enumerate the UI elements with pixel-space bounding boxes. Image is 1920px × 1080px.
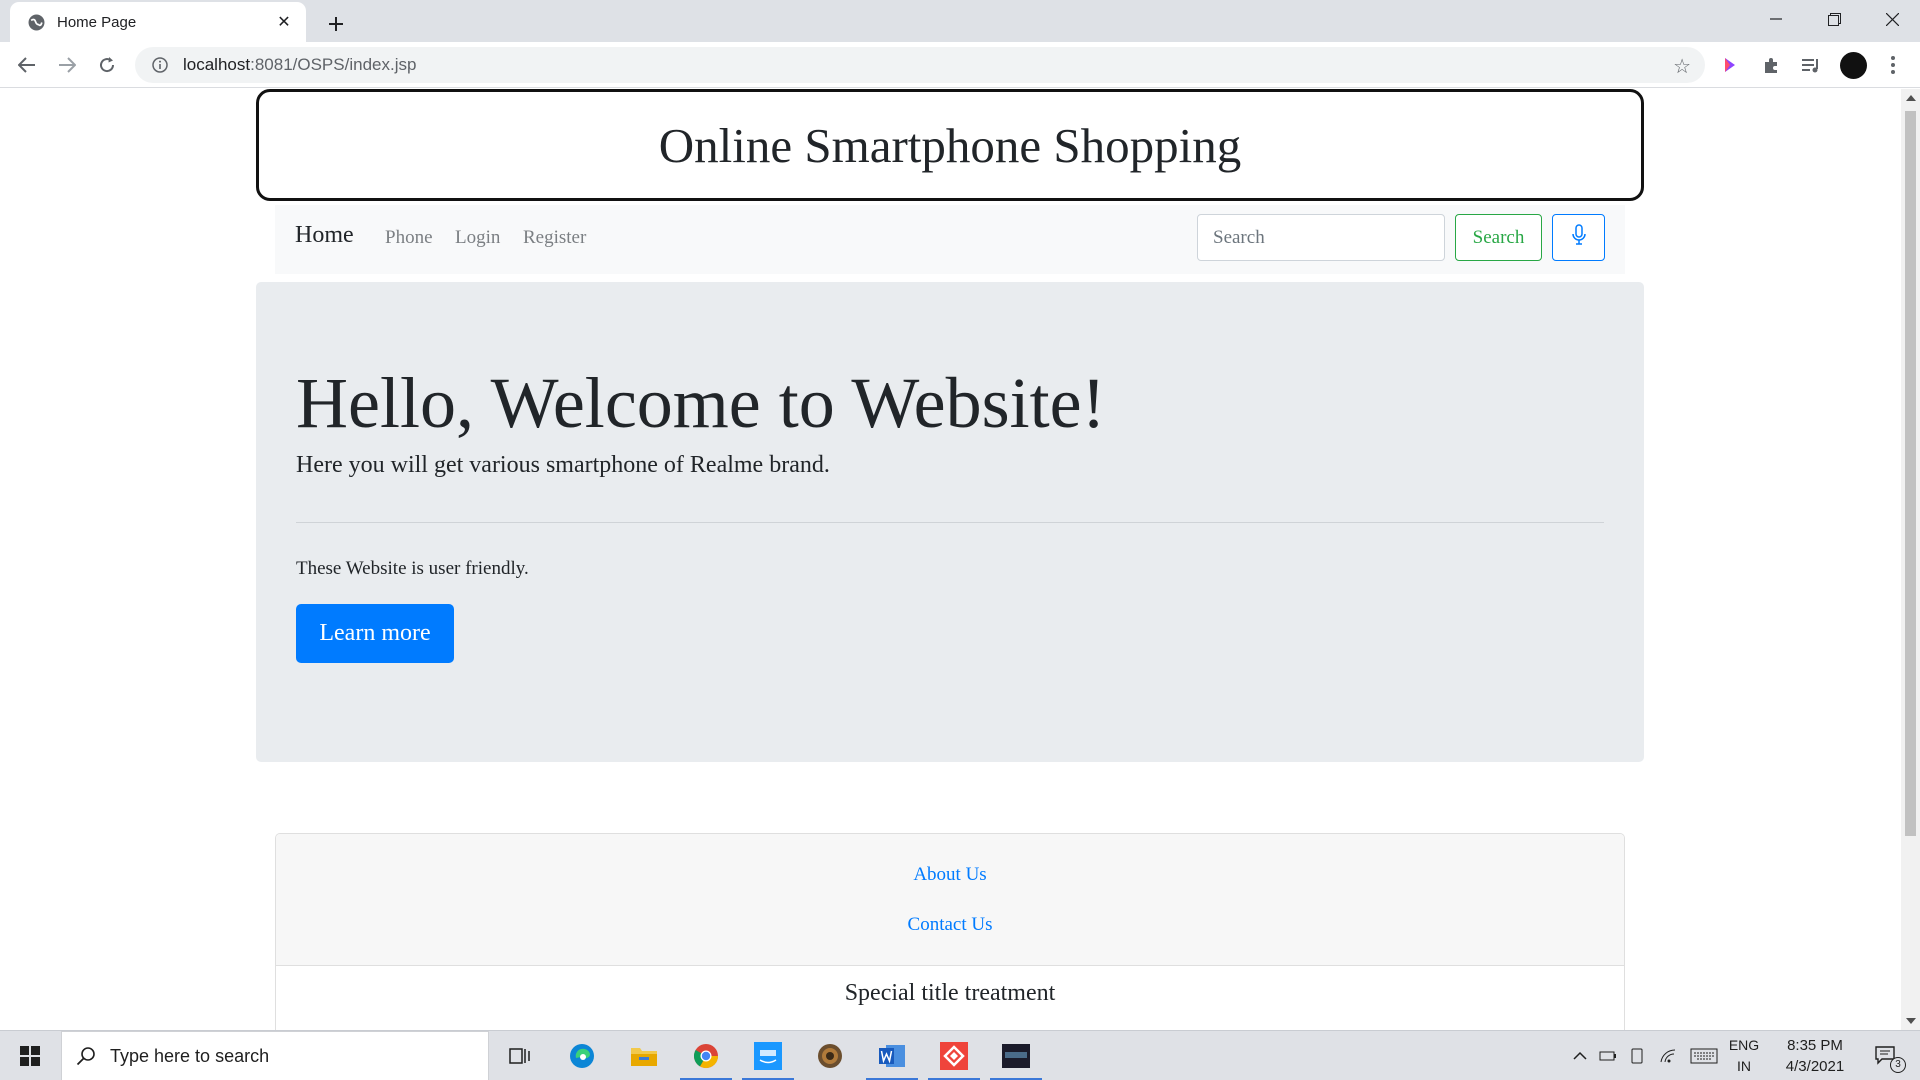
page-viewport: Online Smartphone Shopping Home Phone Lo…: [0, 89, 1901, 1030]
url-host: localhost: [183, 55, 251, 74]
keyboard-icon[interactable]: [1688, 1031, 1720, 1080]
tab-close-icon[interactable]: ✕: [274, 12, 294, 32]
browser-tabstrip: Home Page ✕: [0, 0, 1920, 42]
voice-search-button[interactable]: [1552, 214, 1605, 261]
clock-date: 4/3/2021: [1785, 1058, 1845, 1075]
taskbar-search-box[interactable]: Type here to search: [61, 1031, 489, 1080]
language-code: ENG: [1728, 1037, 1760, 1053]
reload-button[interactable]: [92, 50, 122, 80]
footer-card: About Us Contact Us Special title treatm…: [275, 833, 1625, 1030]
restore-button[interactable]: [1806, 0, 1862, 38]
nav-link-phone[interactable]: Phone: [385, 227, 433, 249]
site-title: Online Smartphone Shopping: [658, 117, 1242, 173]
divider: [296, 522, 1604, 523]
info-icon[interactable]: [149, 54, 171, 76]
globe-icon: [27, 13, 45, 31]
anydesk-icon[interactable]: [924, 1031, 984, 1080]
wifi-icon[interactable]: [1656, 1031, 1680, 1080]
prime-video-icon[interactable]: [738, 1031, 798, 1080]
url-text: localhost:8081/OSPS/index.jsp: [183, 55, 416, 75]
site-header: Online Smartphone Shopping: [256, 89, 1644, 201]
nav-link-register[interactable]: Register: [523, 227, 586, 249]
search-button[interactable]: Search: [1455, 214, 1542, 261]
task-view-icon[interactable]: [490, 1031, 550, 1080]
navbar: Home Phone Login Register Search: [275, 205, 1625, 274]
back-button[interactable]: [12, 50, 42, 80]
microphone-icon: [1571, 224, 1587, 251]
device-icon[interactable]: [1626, 1031, 1648, 1080]
search-input[interactable]: [1197, 214, 1445, 261]
footer-links-section: About Us Contact Us: [276, 834, 1624, 966]
learn-more-button[interactable]: Learn more: [296, 604, 454, 663]
battery-icon[interactable]: [1596, 1031, 1620, 1080]
close-window-button[interactable]: [1864, 0, 1920, 38]
tab-home-page[interactable]: Home Page ✕: [10, 2, 306, 42]
show-hidden-icons-chevron[interactable]: [1568, 1031, 1592, 1080]
scroll-down-arrow[interactable]: [1906, 1018, 1916, 1024]
windows-taskbar: Type here to search ENG IN 8:35 PM 4/3/2…: [0, 1030, 1920, 1080]
app-badge-icon[interactable]: [800, 1031, 860, 1080]
mysql-icon[interactable]: [986, 1031, 1046, 1080]
search-icon: [76, 1046, 96, 1066]
profile-avatar[interactable]: [1840, 52, 1867, 79]
extension-arrow-icon[interactable]: [1717, 52, 1743, 78]
notifications-icon[interactable]: 3: [1866, 1031, 1906, 1080]
forward-button[interactable]: [52, 50, 82, 80]
url-path: :8081/OSPS/index.jsp: [250, 55, 417, 74]
bookmark-star-icon[interactable]: ☆: [1673, 54, 1691, 79]
notification-count: 3: [1890, 1057, 1906, 1073]
browser-menu-icon[interactable]: [1886, 52, 1900, 78]
address-bar[interactable]: localhost:8081/OSPS/index.jsp ☆: [135, 47, 1705, 83]
region-code: IN: [1737, 1058, 1751, 1074]
new-tab-button[interactable]: [319, 7, 353, 41]
clock-time: 8:35 PM: [1787, 1037, 1843, 1054]
about-us-link[interactable]: About Us: [276, 864, 1624, 886]
contact-us-link[interactable]: Contact Us: [276, 914, 1624, 936]
scroll-thumb[interactable]: [1905, 111, 1916, 836]
special-title: Special title treatment: [844, 980, 1056, 1006]
taskbar-search-placeholder: Type here to search: [110, 1045, 270, 1066]
welcome-lead: Here you will get various smartphone of …: [296, 452, 830, 478]
word-icon[interactable]: [862, 1031, 922, 1080]
extensions-puzzle-icon[interactable]: [1758, 52, 1784, 78]
chrome-icon[interactable]: [676, 1031, 736, 1080]
nav-brand-home[interactable]: Home: [295, 222, 354, 249]
media-queue-icon[interactable]: [1798, 52, 1824, 78]
edge-icon[interactable]: [552, 1031, 612, 1080]
welcome-heading: Hello, Welcome to Website!: [296, 363, 1106, 443]
file-explorer-icon[interactable]: [614, 1031, 674, 1080]
welcome-jumbotron: Hello, Welcome to Website! Here you will…: [256, 282, 1644, 762]
page-scrollbar[interactable]: [1901, 89, 1920, 1030]
windows-start-icon[interactable]: [0, 1031, 60, 1080]
system-clock[interactable]: 8:35 PM 4/3/2021: [1770, 1035, 1860, 1077]
input-language[interactable]: ENG IN: [1724, 1035, 1764, 1077]
browser-toolbar: localhost:8081/OSPS/index.jsp ☆: [0, 42, 1920, 88]
minimize-button[interactable]: [1748, 0, 1804, 38]
welcome-text: These Website is user friendly.: [296, 558, 529, 579]
scroll-up-arrow[interactable]: [1906, 95, 1916, 101]
tab-title: Home Page: [57, 13, 137, 31]
nav-link-login[interactable]: Login: [455, 227, 500, 249]
